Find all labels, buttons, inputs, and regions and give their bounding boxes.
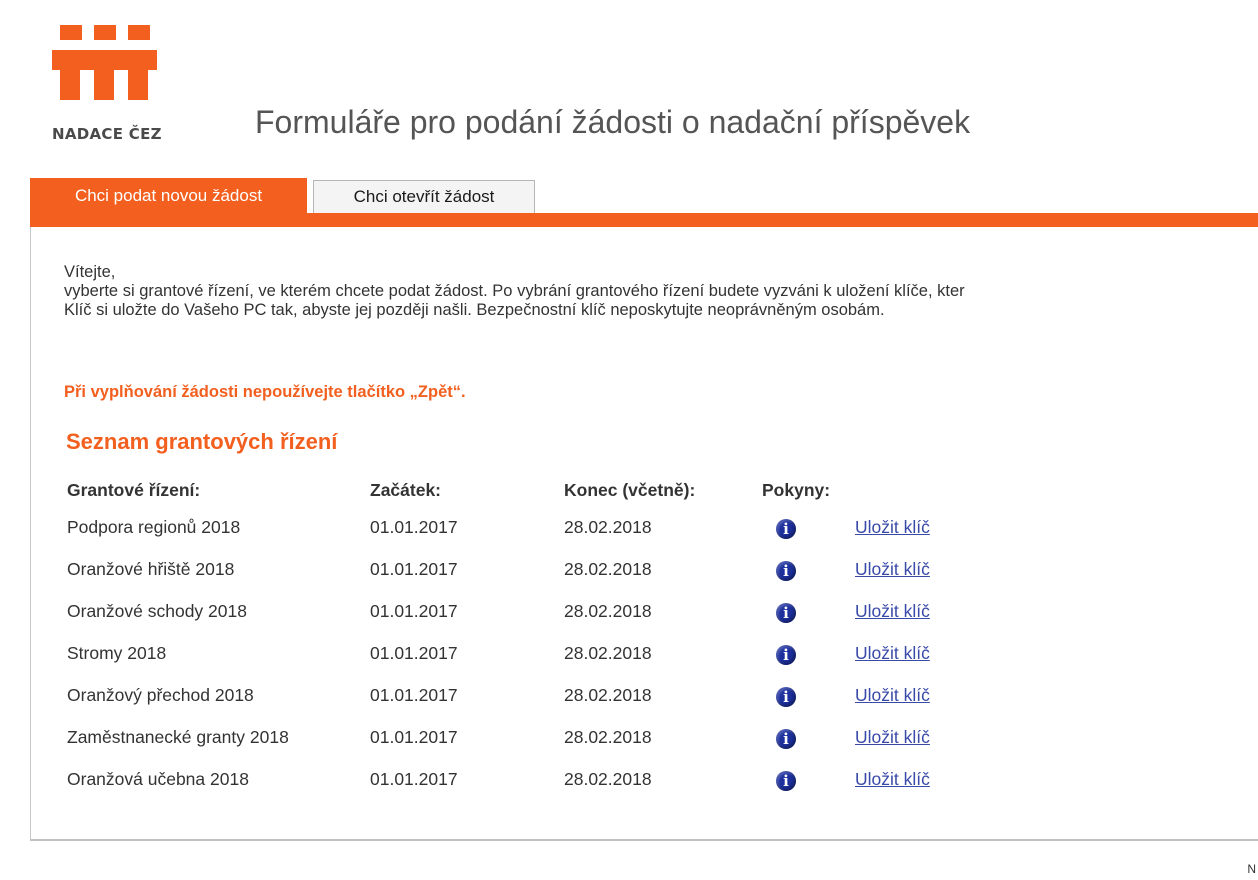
grant-end: 28.02.2018 [564,685,652,705]
grant-name: Zaměstnanecké granty 2018 [67,727,289,747]
save-key-link[interactable]: Uložit klíč [855,643,930,664]
info-icon[interactable]: i [776,771,796,791]
save-key-link[interactable]: Uložit klíč [855,517,930,538]
back-button-warning: Při vyplňování žádosti nepoužívejte tlač… [64,383,466,401]
grant-start: 01.01.2017 [370,727,458,747]
grant-end: 28.02.2018 [564,517,652,537]
header-grant-name: Grantové řízení: [67,480,201,500]
grant-end: 28.02.2018 [564,601,652,621]
intro-line-1: vyberte si grantové řízení, ve kterém ch… [64,282,965,300]
tab-bar-underline [30,213,1258,227]
intro-greeting: Vítejte, [64,263,116,281]
grant-name: Oranžové hřiště 2018 [67,559,235,579]
info-icon[interactable]: i [776,603,796,623]
nadace-cez-logo[interactable]: NADACE ČEZ [52,25,192,143]
info-icon[interactable]: i [776,561,796,581]
save-key-link[interactable]: Uložit klíč [855,559,930,580]
grant-start: 01.01.2017 [370,769,458,789]
grant-start: 01.01.2017 [370,685,458,705]
intro-line-2: Klíč si uložte do Vašeho PC tak, abyste … [64,301,885,319]
save-key-link[interactable]: Uložit klíč [855,727,930,748]
grant-name: Podpora regionů 2018 [67,517,241,537]
page: NADACE ČEZ Formuláře pro podání žádosti … [0,0,1258,880]
grant-start: 01.01.2017 [370,601,458,621]
save-key-link[interactable]: Uložit klíč [855,769,930,790]
info-icon[interactable]: i [776,519,796,539]
grant-name: Oranžové schody 2018 [67,601,247,621]
grant-end: 28.02.2018 [564,559,652,579]
tab-open-application[interactable]: Chci otevřít žádost [313,180,535,214]
logo-mark [60,25,82,40]
grant-name: Oranžový přechod 2018 [67,685,254,705]
grant-end: 28.02.2018 [564,643,652,663]
grant-end: 28.02.2018 [564,769,652,789]
grant-list-title: Seznam grantových řízení [66,429,338,454]
grant-name: Oranžová učebna 2018 [67,769,249,789]
header-end: Konec (včetně): [564,480,696,500]
content-panel: Vítejte, vyberte si grantové řízení, ve … [30,227,1258,841]
info-icon[interactable]: i [776,729,796,749]
intro-text: Vítejte, vyberte si grantové řízení, ve … [64,263,1258,320]
save-key-link[interactable]: Uložit klíč [855,601,930,622]
grant-start: 01.01.2017 [370,517,458,537]
header-start: Začátek: [370,480,442,500]
footer-text-fragment: N [1247,862,1256,876]
grant-start: 01.01.2017 [370,559,458,579]
page-title: Formuláře pro podání žádosti o nadační p… [255,104,971,140]
tab-new-application[interactable]: Chci podat novou žádost [30,178,307,214]
logo-text: NADACE ČEZ [52,125,162,143]
grant-start: 01.01.2017 [370,643,458,663]
header-instructions: Pokyny: [762,480,831,500]
grant-name: Stromy 2018 [67,643,167,663]
grant-end: 28.02.2018 [564,727,652,747]
info-icon[interactable]: i [776,645,796,665]
info-icon[interactable]: i [776,687,796,707]
save-key-link[interactable]: Uložit klíč [855,685,930,706]
